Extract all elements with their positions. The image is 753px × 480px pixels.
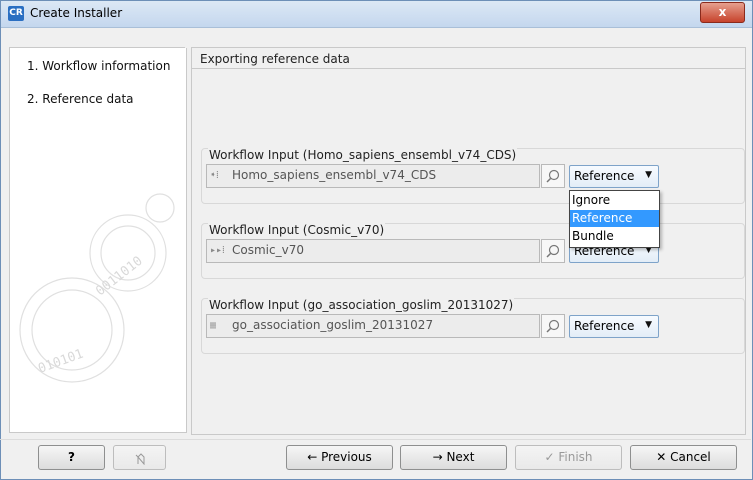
input-value: go_association_goslim_20131027 [232, 318, 434, 332]
browse-button[interactable] [541, 239, 565, 263]
browse-button[interactable] [541, 314, 565, 338]
next-button[interactable]: → Next [400, 445, 507, 470]
window-title: Create Installer [30, 6, 123, 20]
option-bundle[interactable]: Bundle [570, 228, 659, 245]
app-icon: CR [8, 6, 24, 21]
option-reference[interactable]: Reference [570, 210, 659, 227]
svg-text:010101: 010101 [36, 347, 85, 377]
input-field-homo-sapiens: ➧⁞ Homo_sapiens_ensembl_v74_CDS [206, 164, 540, 188]
search-icon [546, 319, 560, 333]
step-workflow-information[interactable]: 1. Workflow information [27, 59, 170, 73]
input-value: Cosmic_v70 [232, 243, 304, 257]
dropdown-value: Reference [574, 169, 635, 183]
option-ignore[interactable]: Ignore [570, 192, 659, 209]
close-button[interactable]: x [700, 2, 745, 23]
dropdown-popup: Ignore Reference Bundle [569, 190, 660, 248]
title-bar: CR Create Installer x [1, 1, 752, 28]
step-reference-data[interactable]: 2. Reference data [27, 92, 134, 106]
previous-button[interactable]: ← Previous [286, 445, 393, 470]
table-icon: ▦ [210, 320, 217, 331]
input-field-go-association: ▦ go_association_goslim_20131027 [206, 314, 540, 338]
cancel-button[interactable]: ✕ Cancel [630, 445, 737, 470]
chevron-down-icon: ▼ [645, 320, 652, 330]
workflow-input-icon: ➧⁞ [210, 170, 219, 181]
group-title: Workflow Input (go_association_goslim_20… [208, 298, 515, 312]
workflow-input-icon: ▸▸⁞ [210, 245, 225, 256]
footer-divider [0, 439, 751, 440]
browse-button[interactable] [541, 164, 565, 188]
search-icon [546, 244, 560, 258]
input-value: Homo_sapiens_ensembl_v74_CDS [232, 168, 437, 182]
chevron-down-icon: ▼ [645, 170, 652, 180]
section-divider [191, 68, 746, 69]
help-button[interactable]: ? [38, 445, 105, 470]
option-dropdown-3[interactable]: Reference ▼ [569, 315, 659, 338]
option-dropdown-1[interactable]: Reference ▼ [569, 165, 659, 188]
group-title: Workflow Input (Cosmic_v70) [208, 223, 386, 237]
pointer-hand-icon [135, 453, 144, 466]
finish-button[interactable]: ✓ Finish [515, 445, 622, 470]
restore-button[interactable] [113, 445, 166, 470]
svg-text:0011010: 0011010 [93, 254, 145, 300]
search-icon [546, 169, 560, 183]
steps-panel: 0011010 010101 1. Workflow information 2… [9, 48, 187, 433]
section-header: Exporting reference data [200, 52, 350, 66]
dropdown-value: Reference [574, 319, 635, 333]
group-title: Workflow Input (Homo_sapiens_ensembl_v74… [208, 148, 518, 162]
input-field-cosmic: ▸▸⁞ Cosmic_v70 [206, 239, 540, 263]
